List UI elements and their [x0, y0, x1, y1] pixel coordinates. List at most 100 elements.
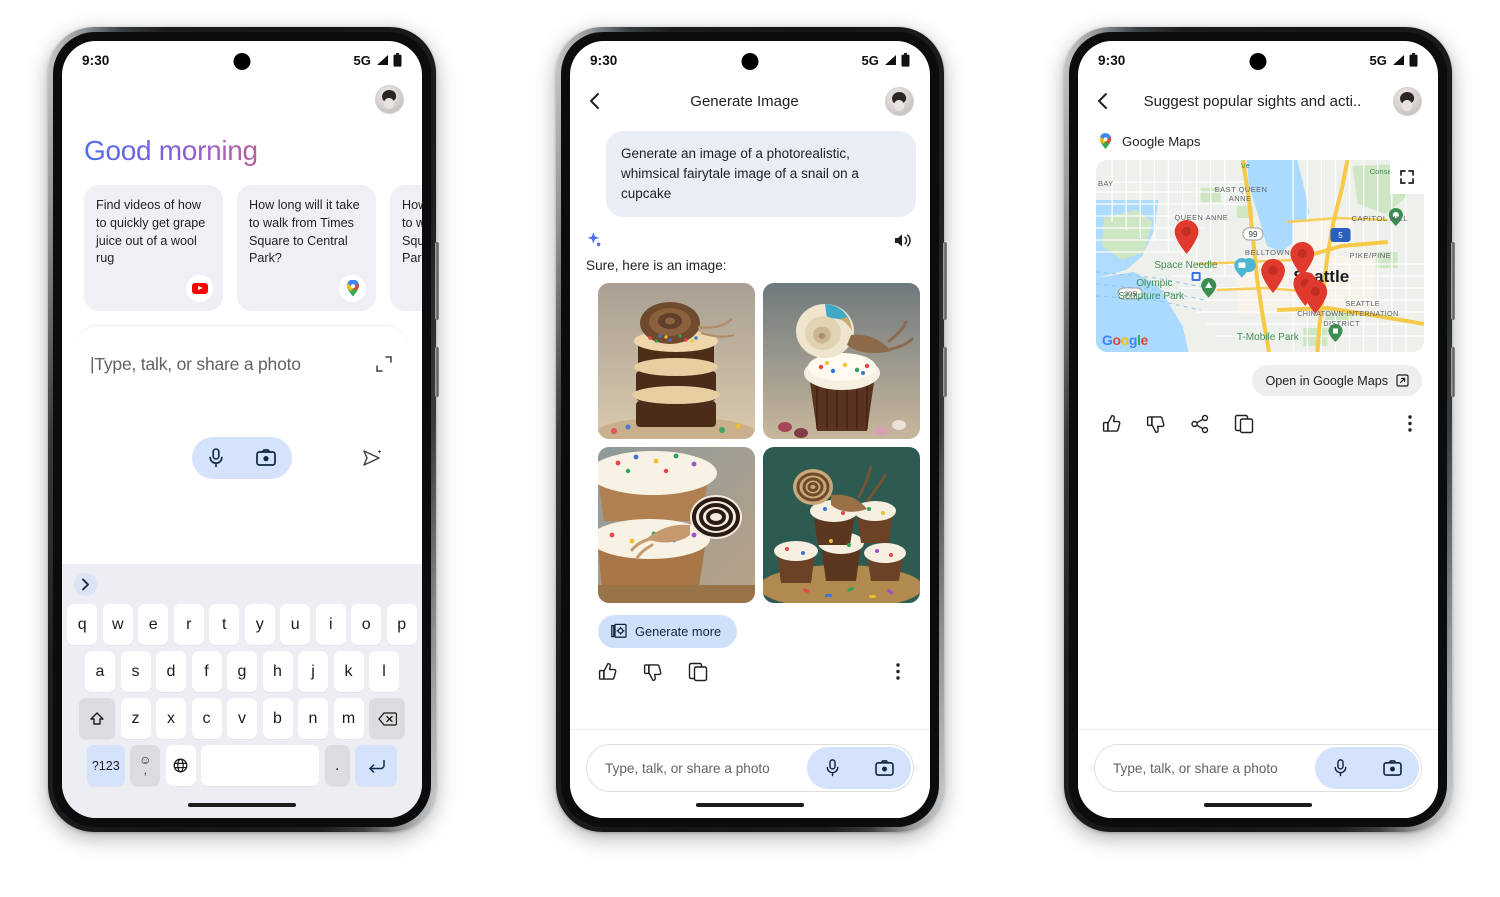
suggestion-card[interactable]: How long will it take to walk from Times… [237, 184, 376, 311]
expand-icon[interactable] [376, 356, 392, 372]
avatar[interactable] [375, 85, 404, 114]
backspace-icon[interactable] [369, 698, 405, 739]
camera-icon[interactable] [256, 449, 276, 467]
key-e[interactable]: e [138, 604, 169, 645]
key-z[interactable]: z [120, 698, 151, 739]
camera-punch-hole [741, 53, 759, 70]
avatar[interactable] [885, 86, 914, 116]
map-preview[interactable]: 99 5 305 BAY EAST QUEEN ANNE QUEEN ANNE … [1096, 160, 1424, 352]
key-d[interactable]: d [156, 651, 186, 692]
composer-expanded[interactable]: |Type, talk, or share a photo [76, 324, 408, 501]
chevron-right-icon[interactable] [74, 572, 97, 596]
camera-icon[interactable] [874, 760, 894, 776]
power-button[interactable] [943, 347, 947, 397]
key-m[interactable]: m [333, 698, 364, 739]
more-vertical-icon[interactable] [1408, 415, 1412, 437]
key-w[interactable]: w [102, 604, 133, 645]
speaker-icon[interactable] [893, 232, 912, 249]
shift-icon[interactable] [79, 698, 115, 739]
key-i[interactable]: i [315, 604, 346, 645]
generate-more-button[interactable]: Generate more [598, 614, 738, 648]
bottom-composer[interactable]: Type, talk, or share a photo [1078, 729, 1438, 818]
map-canvas[interactable]: 99 5 305 BAY EAST QUEEN ANNE QUEEN ANNE … [1096, 160, 1424, 352]
period-key[interactable]: . [324, 745, 350, 786]
key-v[interactable]: v [227, 698, 257, 739]
generated-image[interactable] [598, 446, 755, 603]
voice-camera-pill[interactable] [192, 436, 292, 479]
send-sparkle-icon[interactable] [361, 448, 382, 469]
voice-camera-pill[interactable] [807, 747, 911, 789]
numeric-key[interactable]: ?123 [86, 745, 125, 786]
generated-image-grid[interactable] [570, 273, 930, 603]
response-actions[interactable] [570, 648, 930, 682]
bottom-composer[interactable]: Type, talk, or share a photo [570, 729, 930, 818]
key-t[interactable]: t [209, 604, 240, 645]
more-vertical-icon[interactable] [896, 663, 900, 685]
power-button[interactable] [1451, 347, 1455, 397]
key-k[interactable]: k [333, 651, 364, 692]
home-indicator[interactable] [62, 792, 422, 818]
key-j[interactable]: j [298, 651, 328, 692]
response-actions[interactable] [1078, 396, 1438, 434]
volume-button[interactable] [943, 242, 947, 320]
space-key[interactable] [201, 745, 320, 786]
key-q[interactable]: q [67, 604, 98, 645]
home-indicator[interactable] [1094, 792, 1422, 818]
suggestion-card[interactable]: How long will it take to walk from Times… [390, 184, 422, 311]
keyboard-row-3[interactable]: z x c v b n m [62, 698, 422, 739]
svg-text:Ve: Ve [1241, 161, 1250, 170]
globe-icon[interactable] [165, 745, 196, 786]
keyboard-row-2[interactable]: a s d f g h j k l [62, 651, 422, 692]
fullscreen-icon[interactable] [1390, 160, 1424, 194]
avatar[interactable] [1393, 86, 1422, 116]
key-f[interactable]: f [191, 651, 222, 692]
thumbs-up-icon[interactable] [598, 662, 618, 682]
thumbs-down-icon[interactable] [643, 662, 663, 682]
generated-image[interactable] [763, 282, 920, 439]
suggestion-card[interactable]: Find videos of how to quickly get grape … [84, 184, 223, 311]
back-arrow-icon[interactable] [1094, 92, 1112, 110]
key-s[interactable]: s [120, 651, 151, 692]
microphone-icon[interactable] [1333, 759, 1348, 777]
key-a[interactable]: a [85, 651, 115, 692]
voice-camera-pill[interactable] [1315, 747, 1419, 789]
enter-icon[interactable] [355, 745, 398, 786]
thumbs-down-icon[interactable] [1146, 414, 1166, 434]
microphone-icon[interactable] [825, 759, 840, 777]
emoji-comma-key[interactable]: ☺ , [130, 745, 161, 786]
chat-input[interactable]: Type, talk, or share a photo [586, 744, 914, 792]
key-g[interactable]: g [227, 651, 257, 692]
key-h[interactable]: h [262, 651, 293, 692]
volume-button[interactable] [435, 242, 439, 320]
keyboard-row-4[interactable]: ?123 ☺ , . [62, 745, 422, 786]
thumbs-up-icon[interactable] [1102, 414, 1122, 434]
key-r[interactable]: r [173, 604, 204, 645]
chat-input[interactable]: Type, talk, or share a photo [1094, 744, 1422, 792]
key-o[interactable]: o [351, 604, 382, 645]
share-icon[interactable] [1190, 414, 1210, 434]
key-n[interactable]: n [298, 698, 328, 739]
power-button[interactable] [435, 347, 439, 397]
key-x[interactable]: x [156, 698, 186, 739]
key-b[interactable]: b [262, 698, 293, 739]
copy-icon[interactable] [688, 662, 708, 682]
key-y[interactable]: y [244, 604, 275, 645]
open-in-google-maps-button[interactable]: Open in Google Maps [1252, 365, 1422, 396]
key-u[interactable]: u [280, 604, 311, 645]
suggestion-carousel[interactable]: Find videos of how to quickly get grape … [62, 184, 422, 311]
keyboard-row-1[interactable]: q w e r t y u i o p [62, 604, 422, 645]
volume-button[interactable] [1451, 242, 1455, 320]
camera-icon[interactable] [1382, 760, 1402, 776]
on-screen-keyboard[interactable]: q w e r t y u i o p a s d f g h j k l z … [62, 564, 422, 818]
copy-icon[interactable] [1234, 414, 1254, 434]
key-c[interactable]: c [191, 698, 222, 739]
key-p[interactable]: p [386, 604, 417, 645]
status-bar: 9:30 5G [62, 41, 422, 79]
generated-image[interactable] [763, 446, 920, 603]
key-l[interactable]: l [369, 651, 399, 692]
generated-image[interactable] [598, 282, 755, 439]
back-arrow-icon[interactable] [586, 92, 604, 110]
microphone-icon[interactable] [208, 447, 224, 468]
svg-text:BAY: BAY [1098, 179, 1114, 188]
home-indicator[interactable] [586, 792, 914, 818]
